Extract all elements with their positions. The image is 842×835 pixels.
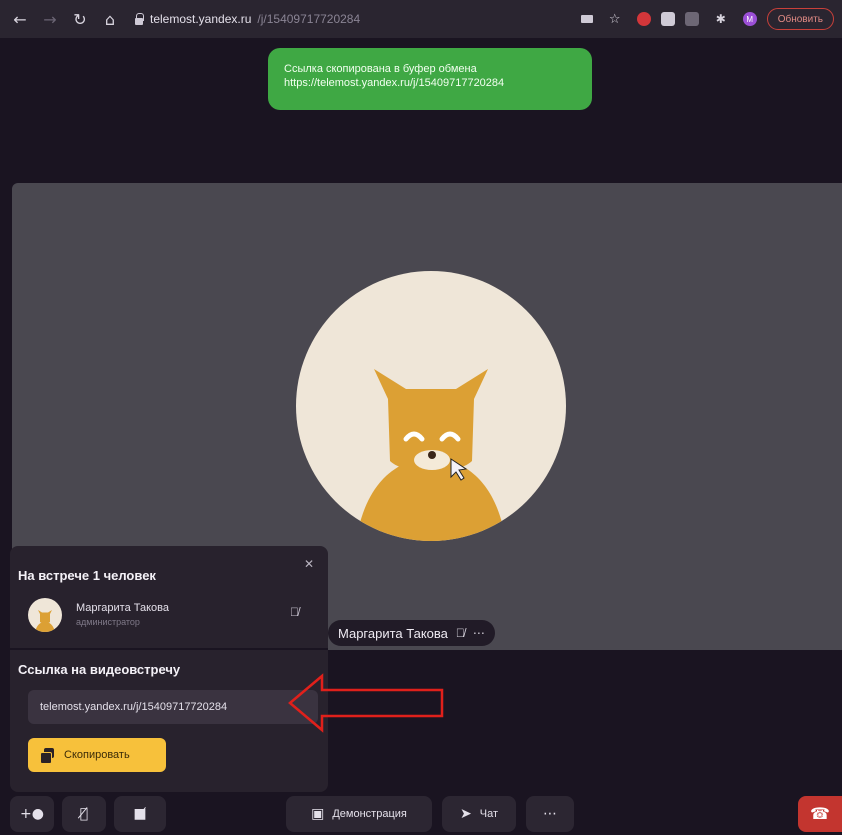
copy-link-button[interactable]: Скопировать (28, 738, 166, 772)
panel-divider (10, 648, 328, 650)
chat-button[interactable]: ➤ Чат (442, 796, 516, 832)
phone-hangup-icon: ☎ (810, 806, 830, 823)
add-participant-button[interactable]: +● (10, 796, 54, 832)
forward-icon[interactable]: → (38, 7, 62, 31)
address-bar[interactable]: telemost.yandex.ru/j/15409717720284 (134, 6, 575, 32)
microphone-button[interactable]: 🎙̸ (62, 796, 106, 832)
adblock-icon[interactable] (636, 12, 651, 26)
more-icon: ⋯ (543, 806, 557, 822)
browser-extension-icons: ☆ ✱ M Обновить (580, 7, 834, 31)
reload-icon[interactable]: ↻ (68, 7, 92, 31)
participant-row-avatar (28, 598, 62, 632)
toast-link: https://telemost.yandex.ru/j/15409717720… (284, 77, 505, 89)
mic-off-icon: 🎙̸ (79, 806, 89, 822)
participant-name-tag: Маргарита Такова 🎙̸ ⋯ (328, 620, 495, 646)
screen-share-icon: ▣ (311, 806, 325, 822)
url-host: telemost.yandex.ru (150, 12, 252, 26)
lock-icon (134, 13, 144, 25)
camera-button[interactable]: ■̸ (114, 796, 166, 832)
camera-icon[interactable] (580, 15, 593, 23)
mic-off-icon: 🎙̸ (455, 626, 465, 640)
profile-avatar[interactable]: M (742, 12, 757, 26)
extension-icon[interactable] (660, 12, 675, 26)
copy-icon (40, 748, 54, 764)
browser-toolbar: ← → ↻ ⌂ telemost.yandex.ru/j/15409717720… (0, 0, 842, 38)
chat-label: Чат (479, 808, 498, 820)
link-section-title: Ссылка на видеовстречу (18, 662, 181, 677)
home-icon[interactable]: ⌂ (98, 7, 122, 31)
mic-off-icon: 🎙̸ (290, 605, 299, 619)
copied-link-toast: Ссылка скопирована в буфер обмена https:… (268, 48, 592, 110)
puzzle-icon[interactable]: ✱ (709, 7, 733, 31)
copy-button-label: Скопировать (64, 749, 130, 761)
panel-title: На встрече 1 человек (18, 568, 156, 583)
back-icon[interactable]: ← (8, 7, 32, 31)
hang-up-button[interactable]: ☎ (798, 796, 842, 832)
url-path: /j/15409717720284 (257, 12, 361, 26)
screen-share-label: Демонстрация (332, 808, 407, 820)
screen-share-button[interactable]: ▣ Демонстрация (286, 796, 432, 832)
participant-row: Маргарита Такова администратор 🎙̸ (28, 598, 318, 638)
participant-row-role: администратор (76, 617, 140, 627)
participant-row-name: Маргарита Такова (76, 602, 169, 614)
more-options-button[interactable]: ⋯ (526, 796, 574, 832)
add-user-icon: +● (20, 806, 44, 822)
app-window: ← → ↻ ⌂ telemost.yandex.ru/j/15409717720… (0, 0, 842, 835)
participant-avatar (296, 271, 566, 541)
update-browser-button[interactable]: Обновить (766, 8, 834, 30)
star-icon[interactable]: ☆ (603, 7, 627, 31)
close-icon[interactable]: ✕ (302, 557, 316, 571)
tab-icon[interactable] (684, 12, 699, 26)
cat-avatar-small-icon (35, 610, 55, 632)
annotation-arrow (288, 673, 444, 733)
cat-avatar-icon (356, 369, 506, 541)
send-icon: ➤ (460, 806, 472, 822)
more-icon[interactable]: ⋯ (473, 626, 485, 640)
toast-message: Ссылка скопирована в буфер обмена (284, 63, 477, 75)
participant-name: Маргарита Такова (338, 625, 448, 641)
meeting-link-field[interactable]: telemost.yandex.ru/j/15409717720284 (28, 690, 318, 724)
camera-off-icon: ■̸ (133, 806, 147, 822)
